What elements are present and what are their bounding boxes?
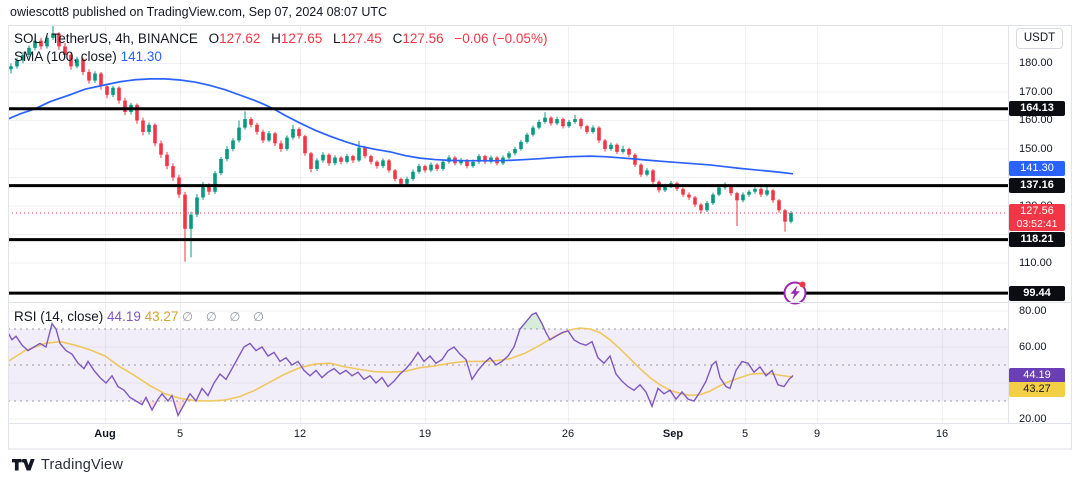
flash-icon[interactable]: [785, 282, 806, 304]
time-tick: 19: [419, 428, 431, 440]
ohlc-close: C127.56: [393, 31, 451, 46]
horizontal-level-lines[interactable]: [8, 109, 1008, 293]
change-value: −0.06 (−0.05%): [454, 31, 547, 46]
rsi-title: RSI (14, close): [14, 309, 103, 324]
time-tick: 5: [742, 428, 748, 440]
time-tick: 16: [936, 428, 948, 440]
sma-price-label: 141.30: [1009, 161, 1065, 176]
rsi-tick: 20.00: [1009, 412, 1067, 427]
time-tick: 5: [177, 428, 183, 440]
chart-canvas[interactable]: [0, 0, 1080, 480]
rsi-empty-slot-icon: ∅: [182, 310, 193, 324]
last-price-value: 127.56: [1009, 205, 1065, 218]
rsi-value: 44.19: [107, 309, 141, 324]
time-tick: 26: [562, 428, 574, 440]
symbol-legend[interactable]: SOL / TetherUS, 4h, BINANCE O127.62 H127…: [14, 31, 547, 46]
price-tick: 170.00: [1009, 85, 1067, 100]
level-price-label: 164.13: [1009, 101, 1065, 116]
tradingview-brand-text: TradingView: [41, 457, 123, 473]
rsi-empty-slot-icon: ∅: [253, 310, 264, 324]
rsi-empty-slot-icon: ∅: [206, 310, 217, 324]
sma-100-line[interactable]: [8, 79, 793, 174]
tradingview-icon: [12, 459, 35, 472]
ohlc-open: O127.62: [209, 31, 268, 46]
price-tick: 110.00: [1009, 256, 1067, 271]
rsi-value-label: 44.19: [1009, 368, 1065, 383]
time-tick: Aug: [94, 428, 115, 440]
time-tick: Sep: [663, 428, 683, 440]
rsi-empty-slot-icon: ∅: [229, 310, 240, 324]
tradingview-attribution-logo[interactable]: TradingView: [12, 457, 123, 473]
level-price-label: 137.16: [1009, 178, 1065, 193]
attribution-text: owiescott8 published on TradingView.com,…: [10, 5, 387, 19]
sma-legend[interactable]: SMA (100, close) 141.30: [14, 49, 162, 64]
level-price-label: 99.44: [1009, 286, 1065, 301]
sma-value: 141.30: [121, 49, 162, 64]
rsi-legend[interactable]: RSI (14, close) 44.19 43.27 ∅ ∅ ∅ ∅: [14, 309, 273, 324]
ohlc-low: L127.45: [333, 31, 389, 46]
bar-countdown: 03:52:41: [1009, 218, 1065, 231]
time-tick: 9: [814, 428, 820, 440]
tradingview-published-chart: owiescott8 published on TradingView.com,…: [0, 0, 1080, 480]
price-tick: 180.00: [1009, 56, 1067, 71]
rsi-ma-value-label: 43.27: [1009, 382, 1065, 397]
currency-toggle-button[interactable]: USDT: [1016, 28, 1063, 49]
rsi-tick: 80.00: [1009, 304, 1067, 319]
symbol-title: SOL / TetherUS, 4h, BINANCE: [14, 31, 198, 46]
time-tick: 12: [294, 428, 306, 440]
price-tick: 150.00: [1009, 142, 1067, 157]
last-price-label: 127.5603:52:41: [1009, 204, 1065, 231]
ohlc-high: H127.65: [271, 31, 329, 46]
rsi-tick: 60.00: [1009, 340, 1067, 355]
rsi-ma-value: 43.27: [145, 309, 179, 324]
sma-title: SMA (100, close): [14, 49, 117, 64]
level-price-label: 118.21: [1009, 232, 1065, 247]
